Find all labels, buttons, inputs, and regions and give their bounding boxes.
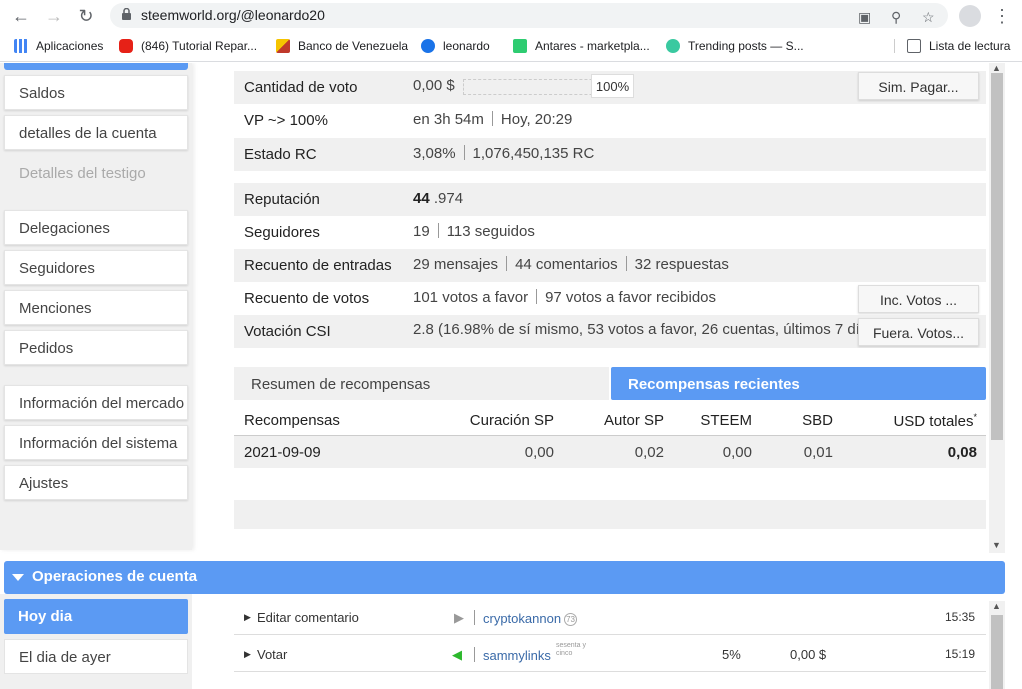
menu-icon[interactable]: ⋮	[992, 6, 1012, 26]
user-link[interactable]: cryptokannon	[483, 611, 561, 626]
bookmarks-bar: Aplicaciones (846) Tutorial Repar... Ban…	[0, 32, 1022, 62]
translate-icon[interactable]: ▣	[858, 9, 871, 26]
bookmark-banco[interactable]: Banco de Venezuela	[276, 39, 408, 53]
expand-icon[interactable]: ▶	[244, 649, 251, 660]
row-vote-amount: Cantidad de voto 0,00 $ 100% Sim. Pagar.…	[234, 71, 986, 104]
vote-percent[interactable]: 100%	[591, 74, 634, 98]
edit-arrow-icon: ▶	[454, 610, 464, 625]
url-text: steemworld.org/@leonardo20	[141, 7, 325, 23]
bookmark-antares[interactable]: Antares - marketpla...	[513, 39, 650, 53]
operations-header[interactable]: Operaciones de cuenta	[4, 561, 1005, 594]
sidebar-item-sistema[interactable]: Información del sistema	[4, 425, 188, 460]
bookmark-trending[interactable]: Trending posts — S...	[666, 39, 804, 53]
fuera-votos-button[interactable]: Fuera. Votos...	[858, 318, 979, 346]
scroll-up-icon[interactable]: ▲	[992, 601, 1001, 611]
bank-icon	[276, 39, 290, 53]
operations-scrollbar[interactable]: ▲	[989, 601, 1005, 689]
star-icon[interactable]: ☆	[922, 9, 935, 26]
browser-toolbar: ← → ↻ steemworld.org/@leonardo20 ▣ ⚲ ☆ ⋮	[0, 0, 1022, 32]
user-link[interactable]: sammylinks	[483, 648, 551, 663]
bookmark-leonardo[interactable]: leonardo	[421, 39, 490, 53]
sidebar-item-delegaciones[interactable]: Delegaciones	[4, 210, 188, 245]
reputation-badge: sesenta y cinco	[556, 642, 586, 657]
reading-list-icon	[907, 39, 921, 53]
reading-list[interactable]: Lista de lectura	[894, 39, 1010, 53]
leonardo-icon	[421, 39, 435, 53]
row-csi: Votación CSI 2.8 (16.98% de sí mismo, 53…	[234, 315, 986, 348]
table-row: 2021-09-09 0,00 0,02 0,00 0,01 0,08	[234, 436, 986, 468]
sidebar-active-item[interactable]	[4, 63, 188, 70]
sidebar-item-menciones[interactable]: Menciones	[4, 290, 188, 325]
rewards-tabs: Resumen de recompensas Recompensas recie…	[234, 367, 986, 401]
scrollbar-thumb[interactable]	[991, 615, 1003, 689]
address-bar[interactable]: steemworld.org/@leonardo20 ▣ ⚲ ☆	[110, 3, 948, 28]
profile-avatar[interactable]	[959, 5, 981, 27]
reputation-badge: 73	[564, 613, 578, 626]
forward-icon[interactable]: →	[44, 6, 64, 26]
row-reputation: Reputación 44 .974	[234, 183, 986, 216]
steemit-icon	[666, 39, 680, 53]
antares-icon	[513, 39, 527, 53]
back-icon[interactable]: ←	[11, 6, 31, 26]
inc-votos-button[interactable]: Inc. Votos ...	[858, 285, 979, 313]
bookmark-youtube[interactable]: (846) Tutorial Repar...	[119, 39, 257, 53]
sim-pagar-button[interactable]: Sim. Pagar...	[858, 72, 979, 100]
row-vp: VP ~> 100% en 3h 54m Hoy, 20:29	[244, 111, 573, 129]
sidebar-item-ajustes[interactable]: Ajustes	[4, 465, 188, 500]
reload-icon[interactable]: ↻	[76, 6, 96, 26]
row-followers: Seguidores 19 113 seguidos	[244, 223, 535, 241]
scroll-up-icon[interactable]: ▲	[992, 63, 1001, 73]
scroll-down-icon[interactable]: ▼	[992, 540, 1001, 550]
tab-resumen-recompensas[interactable]: Resumen de recompensas	[234, 367, 609, 400]
row-rc: Estado RC 3,08% 1,076,450,135 RC	[234, 138, 986, 171]
sidebar-item-detalles-testigo: Detalles del testigo	[4, 155, 188, 190]
sidebar-item-ayer[interactable]: El dia de ayer	[4, 639, 188, 674]
youtube-icon	[119, 39, 133, 53]
sidebar-item-mercado[interactable]: Información del mercado	[4, 385, 188, 420]
scrollbar[interactable]: ▲ ▼	[989, 63, 1005, 553]
row-vote-count: Recuento de votos 101 votos a favor 97 vo…	[234, 282, 986, 315]
apps-icon	[14, 39, 28, 53]
zoom-icon[interactable]: ⚲	[891, 9, 901, 26]
rewards-table-header: Recompensas Curación SP Autor SP STEEM S…	[234, 404, 986, 436]
rewards-empty-row	[234, 500, 986, 529]
collapse-icon	[12, 574, 24, 581]
upvote-icon: ◀	[452, 647, 462, 662]
sidebar-item-saldos[interactable]: Saldos	[4, 75, 188, 110]
lock-icon	[122, 8, 131, 20]
expand-icon[interactable]: ▶	[244, 612, 251, 623]
tab-recompensas-recientes[interactable]: Recompensas recientes	[611, 367, 986, 400]
account-details: Cantidad de voto 0,00 $ 100% Sim. Pagar.…	[234, 63, 986, 553]
row-post-count: Recuento de entradas 29 mensajes 44 comen…	[234, 249, 986, 282]
list-item[interactable]: ▶ Votar ◀ sammylinks sesenta y cinco 5% …	[234, 636, 986, 672]
list-item[interactable]: ▶ Editar comentario ▶ cryptokannon 73 15:…	[234, 599, 986, 635]
scrollbar-thumb[interactable]	[991, 73, 1003, 440]
sidebar-item-detalles-cuenta[interactable]: detalles de la cuenta	[4, 115, 188, 150]
sidebar-item-seguidores[interactable]: Seguidores	[4, 250, 188, 285]
sidebar-item-hoy[interactable]: Hoy dia	[4, 599, 188, 634]
sidebar: Saldos detalles de la cuenta Detalles de…	[0, 63, 192, 550]
bookmark-apps[interactable]: Aplicaciones	[14, 39, 103, 53]
page-content: Saldos detalles de la cuenta Detalles de…	[0, 63, 1022, 689]
sidebar-item-pedidos[interactable]: Pedidos	[4, 330, 188, 365]
